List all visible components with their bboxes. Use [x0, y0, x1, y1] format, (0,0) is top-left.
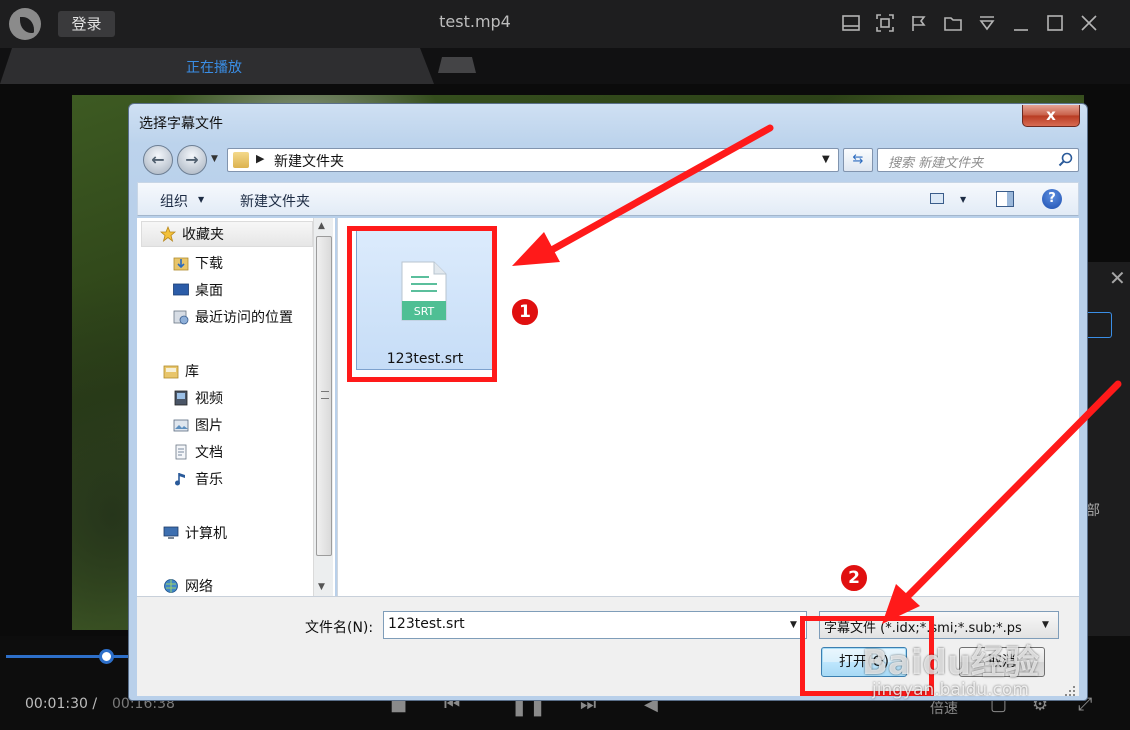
nav-label: 视频: [195, 391, 223, 407]
nav-label: 下载: [195, 256, 223, 272]
new-folder-button[interactable]: 新建文件夹: [240, 191, 310, 211]
scroll-down-icon[interactable]: ▼: [318, 582, 325, 592]
filename-label: 文件名(N):: [305, 620, 374, 636]
close-icon[interactable]: [1080, 14, 1098, 32]
search-placeholder: 搜索 新建文件夹: [888, 156, 984, 171]
nav-item-videos[interactable]: 视频: [173, 387, 223, 409]
library-icon: [163, 363, 179, 379]
side-panel-field[interactable]: [1086, 312, 1112, 338]
nav-item-recent-places[interactable]: 最近访问的位置: [173, 306, 293, 328]
highlight-box-file: [347, 226, 497, 382]
nav-label: 文档: [195, 445, 223, 461]
videos-icon: [173, 390, 189, 406]
chevron-down-icon: ▼: [198, 195, 205, 204]
chevron-down-icon: ▼: [1042, 620, 1049, 630]
maximize-icon[interactable]: [1046, 14, 1064, 32]
forward-button[interactable]: →: [177, 145, 207, 175]
nav-label: 计算机: [185, 526, 227, 542]
nav-item-downloads[interactable]: 下载: [173, 252, 223, 274]
minimize-icon[interactable]: [1012, 14, 1030, 32]
history-dropdown-icon[interactable]: ▼: [211, 154, 218, 164]
watermark-url: jingyan.baidu.com: [872, 680, 1029, 700]
progress-bar[interactable]: [6, 655, 136, 658]
nav-label: 桌面: [195, 283, 223, 299]
dialog-close-button[interactable]: x: [1022, 105, 1080, 127]
nav-item-computer[interactable]: 计算机: [163, 522, 227, 544]
filename-field[interactable]: 123test.srt ▼: [383, 611, 807, 639]
star-icon: [159, 225, 177, 243]
nav-item-pictures[interactable]: 图片: [173, 414, 223, 436]
command-bar: 组织 ▼ 新建文件夹 ▼ ?: [137, 182, 1079, 216]
address-bar[interactable]: ▶ 新建文件夹 ▼: [227, 148, 839, 172]
view-dropdown-icon[interactable]: ▼: [960, 195, 966, 204]
network-icon: [163, 578, 179, 594]
breadcrumb-chevron-icon[interactable]: ▶: [256, 152, 264, 165]
titlebar-icons: [842, 14, 1098, 32]
nav-item-favorites[interactable]: 收藏夹: [141, 221, 313, 247]
search-icon[interactable]: [1058, 152, 1074, 168]
back-button[interactable]: ←: [143, 145, 173, 175]
watermark-logo: Baidu经验: [862, 643, 1040, 683]
nav-item-network[interactable]: 网络: [163, 575, 213, 597]
step-badge: 2: [839, 563, 869, 593]
recent-places-icon: [173, 309, 189, 325]
side-panel-close-icon[interactable]: ✕: [1109, 266, 1126, 290]
nav-label: 库: [185, 364, 199, 380]
tab-now-playing-label: 正在播放: [186, 60, 242, 76]
current-time: 00:01:30 /: [25, 696, 98, 712]
player-titlebar: 登录 test.mp4: [0, 0, 1130, 48]
scrollbar-thumb[interactable]: [316, 236, 332, 556]
screenshot-icon[interactable]: [876, 14, 894, 32]
navigation-pane: 收藏夹 下载 桌面 最近访问的位置 库 视频 图片 文档 音乐 计算机 网络: [137, 218, 335, 596]
dialog-title: 选择字幕文件: [139, 116, 223, 132]
app-logo-icon[interactable]: [9, 8, 41, 40]
progress-thumb[interactable]: [99, 649, 114, 664]
nav-item-documents[interactable]: 文档: [173, 441, 223, 463]
organize-menu[interactable]: 组织: [160, 191, 188, 211]
nav-item-libraries[interactable]: 库: [163, 360, 199, 382]
pin-icon[interactable]: [910, 14, 928, 32]
player-tabrow: 正在播放: [0, 48, 1130, 84]
nav-item-music[interactable]: 音乐: [173, 468, 223, 490]
nav-label: 图片: [195, 418, 223, 434]
preview-pane-icon[interactable]: [996, 191, 1014, 207]
folder-icon[interactable]: [944, 14, 962, 32]
nav-item-desktop[interactable]: 桌面: [173, 279, 223, 301]
filename-dropdown-icon[interactable]: ▼: [790, 620, 797, 630]
desktop-icon: [173, 282, 189, 298]
side-panel-text: 部: [1086, 503, 1100, 519]
mini-mode-icon[interactable]: [842, 14, 860, 32]
speed-button[interactable]: 倍速: [930, 698, 958, 718]
grip-icon: [321, 391, 329, 399]
new-tab-button[interactable]: [438, 57, 476, 73]
login-button[interactable]: 登录: [58, 11, 115, 37]
nav-label: 音乐: [195, 472, 223, 488]
filename-value: 123test.srt: [388, 616, 465, 632]
nav-pane-scrollbar[interactable]: ▲ ▼: [313, 218, 333, 596]
folder-icon: [233, 152, 249, 168]
breadcrumb[interactable]: 新建文件夹: [274, 151, 344, 171]
nav-label: 最近访问的位置: [195, 310, 293, 326]
nav-label: 网络: [185, 579, 213, 595]
menu-icon[interactable]: [978, 14, 996, 32]
documents-icon: [173, 444, 189, 460]
video-title: test.mp4: [439, 12, 511, 31]
search-input[interactable]: 搜索 新建文件夹: [877, 148, 1079, 172]
nav-label: 收藏夹: [182, 227, 224, 243]
step-badge: 1: [510, 297, 540, 327]
address-dropdown-icon[interactable]: ▼: [822, 154, 830, 165]
downloads-folder-icon: [173, 255, 189, 271]
refresh-button[interactable]: ⇆: [843, 148, 873, 172]
change-view-icon[interactable]: [930, 193, 944, 204]
screen: 登录 test.mp4 正在播放 ✕ 部 置 00:01:30 / 00:16:…: [0, 0, 1130, 730]
pictures-icon: [173, 417, 189, 433]
computer-icon: [163, 525, 179, 541]
open-file-dialog: 选择字幕文件 x ← → ▼ ▶ 新建文件夹 ▼ ⇆ 搜索 新建文件夹 组织 ▼…: [128, 103, 1088, 701]
scroll-up-icon[interactable]: ▲: [318, 221, 325, 231]
resize-grip-icon[interactable]: [1063, 684, 1077, 698]
help-icon[interactable]: ?: [1042, 189, 1062, 209]
music-icon: [173, 471, 189, 487]
address-bar-row: ← → ▼ ▶ 新建文件夹 ▼ ⇆ 搜索 新建文件夹: [137, 144, 1079, 176]
